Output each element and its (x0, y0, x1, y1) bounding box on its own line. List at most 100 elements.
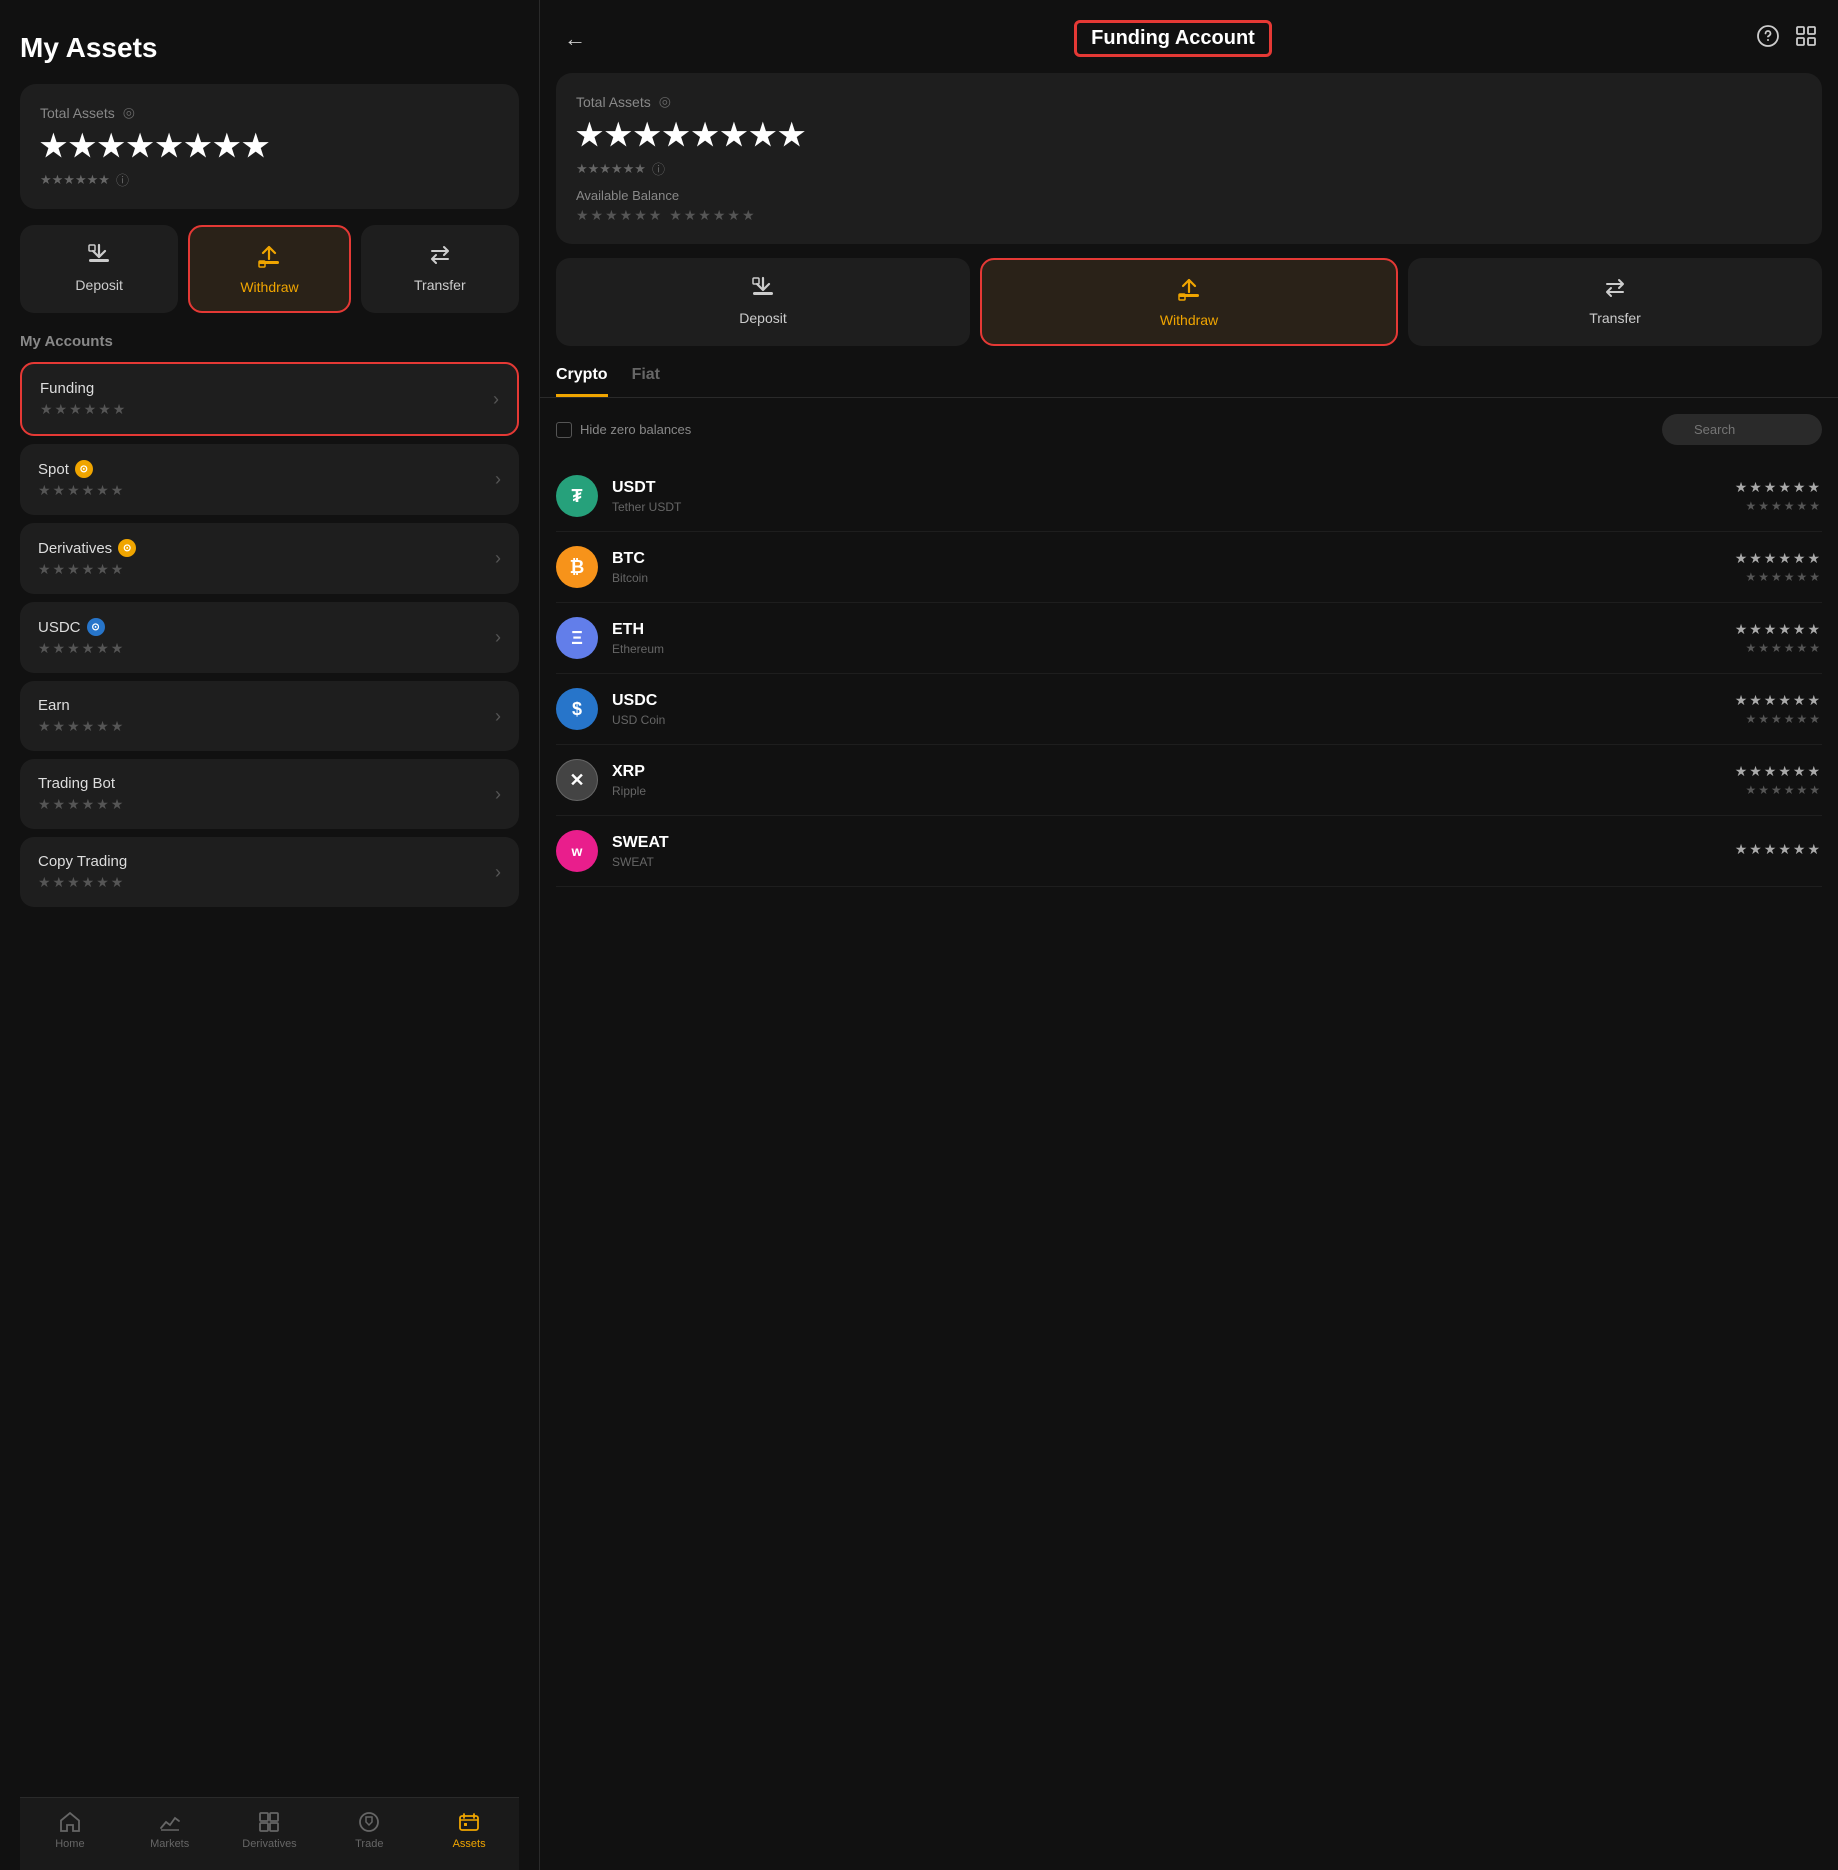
transfer-icon-right (1601, 274, 1629, 302)
chevron-right-funding: › (493, 389, 499, 410)
bottom-nav: Home Markets Derivatives Trade (20, 1797, 519, 1870)
derivatives-nav-icon (257, 1810, 281, 1834)
chevron-right-trading-bot: › (495, 784, 501, 805)
scan-icon (1794, 24, 1818, 48)
hide-zero-checkbox[interactable] (556, 422, 572, 438)
btc-balance: ★★★★★★ (1735, 550, 1822, 567)
transfer-icon-left (426, 241, 454, 269)
coin-item-xrp[interactable]: ✕ XRP Ripple ★★★★★★ ★★★★★★ (556, 745, 1822, 816)
action-buttons-right: Deposit Withdraw Transfer (556, 258, 1822, 346)
usdc-fullname: USD Coin (612, 713, 1735, 727)
sweat-fullname: SWEAT (612, 855, 1735, 869)
nav-home[interactable]: Home (20, 1810, 120, 1850)
account-item-derivatives[interactable]: Derivatives ⊙ ★★★★★★ › (20, 523, 519, 594)
btc-fullname: Bitcoin (612, 571, 1735, 585)
sweat-coin-icon: w (556, 830, 598, 872)
help-icon (1756, 24, 1780, 48)
coin-item-usdt[interactable]: ₮ USDT Tether USDT ★★★★★★ ★★★★★★ (556, 461, 1822, 532)
eth-sub-balance: ★★★★★★ (1735, 641, 1822, 655)
trade-icon (357, 1810, 381, 1834)
xrp-balance: ★★★★★★ (1735, 763, 1822, 780)
coin-item-eth[interactable]: Ξ ETH Ethereum ★★★★★★ ★★★★★★ (556, 603, 1822, 674)
withdraw-button-right[interactable]: Withdraw (980, 258, 1398, 346)
available-balance-value: ★★★★★★ ★★★★★★ (576, 207, 1802, 224)
withdraw-icon-right (1175, 276, 1203, 304)
assets-label-left: Total Assets ◎ (40, 104, 499, 121)
withdraw-button-left[interactable]: Withdraw (188, 225, 350, 313)
chevron-right-usdc: › (495, 627, 501, 648)
right-panel: ← Funding Account Total (540, 0, 1838, 1870)
chevron-right-copy-trading: › (495, 862, 501, 883)
coin-item-btc[interactable]: ₿ BTC Bitcoin ★★★★★★ ★★★★★★ (556, 532, 1822, 603)
btc-coin-icon: ₿ (556, 546, 598, 588)
coin-item-usdc[interactable]: $ USDC USD Coin ★★★★★★ ★★★★★★ (556, 674, 1822, 745)
usdc-coin-icon: $ (556, 688, 598, 730)
usdt-balance: ★★★★★★ (1735, 479, 1822, 496)
help-button[interactable] (1756, 24, 1780, 54)
account-item-spot[interactable]: Spot ⊙ ★★★★★★ › (20, 444, 519, 515)
hide-balance-icon-right[interactable]: ◎ (659, 93, 671, 110)
search-wrapper: 🔍 (1662, 414, 1822, 445)
my-accounts-label: My Accounts (20, 333, 519, 350)
scan-button[interactable] (1794, 24, 1818, 54)
account-list: Funding ★★★★★★ › Spot ⊙ ★★★★★★ › Derivat… (20, 362, 519, 907)
back-button[interactable]: ← (560, 22, 590, 56)
usdt-sub-balance: ★★★★★★ (1735, 499, 1822, 513)
chevron-right-earn: › (495, 706, 501, 727)
nav-trade[interactable]: Trade (319, 1810, 419, 1850)
deposit-button-right[interactable]: Deposit (556, 258, 970, 346)
crypto-fiat-tabs: Crypto Fiat (540, 366, 1838, 398)
transfer-button-right[interactable]: Transfer (1408, 258, 1822, 346)
assets-sub-right: ★★★★★★ ⓘ (576, 159, 1802, 178)
usdt-name: USDT (612, 479, 1735, 497)
deposit-icon-left (85, 241, 113, 269)
eth-coin-icon: Ξ (556, 617, 598, 659)
account-item-trading-bot[interactable]: Trading Bot ★★★★★★ › (20, 759, 519, 829)
nav-derivatives[interactable]: Derivatives (220, 1810, 320, 1850)
filter-row: Hide zero balances 🔍 (540, 414, 1838, 445)
account-item-copy-trading[interactable]: Copy Trading ★★★★★★ › (20, 837, 519, 907)
available-balance-label: Available Balance (576, 188, 1802, 203)
deposit-button-left[interactable]: Deposit (20, 225, 178, 313)
xrp-name: XRP (612, 763, 1735, 781)
funding-account-title: Funding Account (1074, 20, 1272, 57)
btc-name: BTC (612, 550, 1735, 568)
usdc-coin-name: USDC (612, 692, 1735, 710)
account-item-funding[interactable]: Funding ★★★★★★ › (20, 362, 519, 436)
search-input[interactable] (1662, 414, 1822, 445)
withdraw-icon-left (255, 243, 283, 271)
info-icon-left[interactable]: ⓘ (116, 170, 129, 189)
hide-zero-container: Hide zero balances (556, 422, 691, 438)
usdc-balance: ★★★★★★ (1735, 692, 1822, 709)
assets-amount-right: ★★★★★★★★ (576, 118, 1802, 153)
coin-list: ₮ USDT Tether USDT ★★★★★★ ★★★★★★ ₿ BTC B… (540, 461, 1838, 887)
assets-amount-left: ★★★★★★★★ (40, 129, 499, 164)
nav-markets[interactable]: Markets (120, 1810, 220, 1850)
xrp-fullname: Ripple (612, 784, 1735, 798)
btc-sub-balance: ★★★★★★ (1735, 570, 1822, 584)
tab-fiat[interactable]: Fiat (632, 366, 660, 397)
eth-name: ETH (612, 621, 1735, 639)
spot-icon: ⊙ (75, 460, 93, 478)
coin-item-sweat[interactable]: w SWEAT SWEAT ★★★★★★ (556, 816, 1822, 887)
page-title: My Assets (20, 32, 519, 64)
sweat-balance: ★★★★★★ (1735, 841, 1822, 858)
transfer-button-left[interactable]: Transfer (361, 225, 519, 313)
assets-card-left: Total Assets ◎ ★★★★★★★★ ★★★★★★ ⓘ (20, 84, 519, 209)
right-panel-header: ← Funding Account (540, 0, 1838, 73)
chevron-right-derivatives: › (495, 548, 501, 569)
tab-crypto[interactable]: Crypto (556, 366, 608, 397)
account-item-usdc[interactable]: USDC ⊙ ★★★★★★ › (20, 602, 519, 673)
account-item-earn[interactable]: Earn ★★★★★★ › (20, 681, 519, 751)
usdt-fullname: Tether USDT (612, 500, 1735, 514)
deposit-icon-right (749, 274, 777, 302)
nav-assets[interactable]: Assets (419, 1810, 519, 1850)
header-icons (1756, 24, 1818, 54)
usdc-sub-balance: ★★★★★★ (1735, 712, 1822, 726)
assets-card-right: Total Assets ◎ ★★★★★★★★ ★★★★★★ ⓘ Availab… (556, 73, 1822, 244)
left-panel: My Assets Total Assets ◎ ★★★★★★★★ ★★★★★★… (0, 0, 540, 1870)
action-buttons-left: Deposit Withdraw Transfer (20, 225, 519, 313)
chevron-right-spot: › (495, 469, 501, 490)
info-icon-right[interactable]: ⓘ (652, 159, 665, 178)
hide-balance-icon-left[interactable]: ◎ (123, 104, 135, 121)
